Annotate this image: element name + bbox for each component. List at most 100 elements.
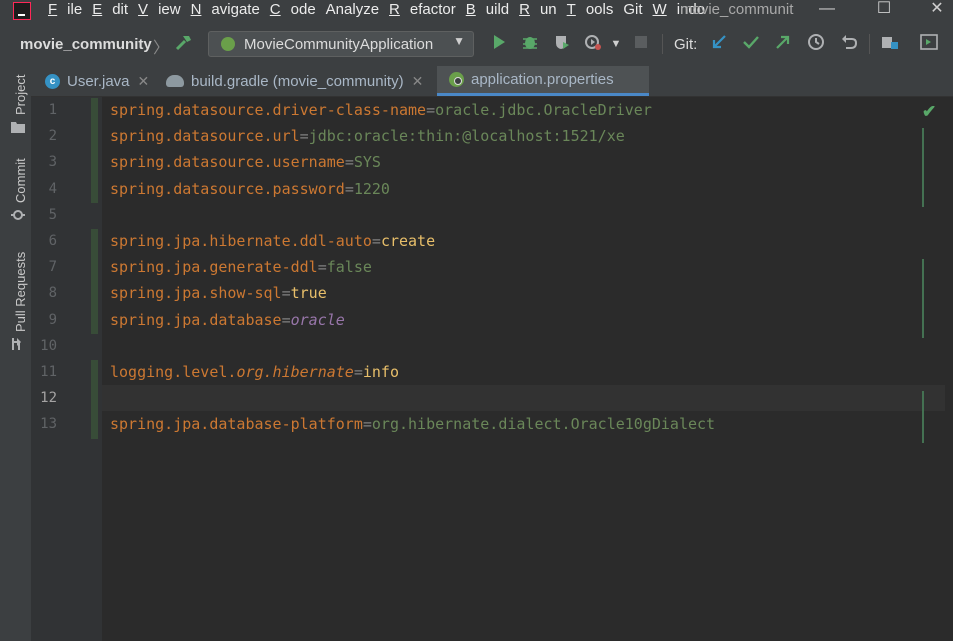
- menu-mnemonic: C: [269, 1, 281, 18]
- property-key: spring.jpa.database: [110, 310, 282, 329]
- project-breadcrumb[interactable]: movie_community: [20, 36, 152, 53]
- code-line[interactable]: spring.datasource.driver-class-name=orac…: [110, 101, 652, 119]
- property-value: info: [362, 363, 399, 381]
- maximize-button[interactable]: ☐: [864, 0, 904, 22]
- debug-icon[interactable]: [519, 33, 541, 55]
- property-value: false: [326, 258, 372, 277]
- code-line[interactable]: spring.datasource.username=SYS: [110, 153, 381, 171]
- project-tool-window-button[interactable]: Project: [13, 75, 28, 115]
- code-line[interactable]: spring.jpa.database-platform=org.hiberna…: [110, 415, 715, 433]
- commit-tool-window-button[interactable]: Commit: [13, 158, 28, 203]
- menu-item-label: ools: [585, 1, 614, 18]
- pull-requests-tool-window-button[interactable]: Pull Requests: [13, 252, 28, 332]
- git-update-icon[interactable]: [708, 33, 730, 55]
- menu-item-label: efactor: [409, 1, 456, 18]
- run-with-coverage-icon[interactable]: [551, 33, 573, 55]
- minimize-button[interactable]: —: [807, 0, 847, 22]
- property-value: jdbc:oracle:thin:@localhost:1521/xe: [308, 127, 625, 146]
- menu-item-view[interactable]: View: [138, 0, 181, 22]
- code-line[interactable]: logging.level.org.hibernate=info: [110, 363, 399, 381]
- vcs-added-lines-marker[interactable]: [91, 229, 98, 334]
- editor-vertical-scrollbar[interactable]: [945, 97, 953, 641]
- git-push-icon[interactable]: [772, 33, 794, 55]
- code-line[interactable]: spring.datasource.url=jdbc:oracle:thin:@…: [110, 127, 625, 145]
- menu-item-file[interactable]: File: [48, 0, 82, 22]
- property-key: org.hibernate: [236, 363, 354, 381]
- line-number: 5: [48, 206, 57, 223]
- spring-properties-icon: [449, 72, 464, 87]
- code-line[interactable]: spring.jpa.database=oracle: [110, 311, 345, 329]
- menu-item-analyze[interactable]: Analyze: [326, 0, 379, 22]
- close-tab-icon[interactable]: ✕: [412, 73, 424, 90]
- menu-item-edit[interactable]: Edit: [92, 0, 128, 22]
- code-line[interactable]: spring.jpa.hibernate.ddl-auto=create: [110, 232, 435, 250]
- tab-build-gradle[interactable]: build.gradle (movie_community) ✕: [166, 66, 423, 96]
- property-key: spring.datasource.password: [110, 179, 345, 198]
- property-key: spring.jpa.generate-ddl: [110, 258, 318, 277]
- vcs-added-lines-marker[interactable]: [91, 360, 98, 439]
- code-editor[interactable]: ✔ spring.datasource.driver-class-name=or…: [102, 97, 953, 641]
- menu-mnemonic: T: [566, 1, 576, 18]
- stop-icon[interactable]: [630, 33, 652, 55]
- gradle-elephant-icon: [166, 75, 184, 87]
- line-number: 10: [40, 337, 57, 354]
- intellij-logo-icon[interactable]: [13, 2, 31, 20]
- ok-check-icon[interactable]: ✔: [922, 102, 936, 122]
- vcs-added-lines-marker[interactable]: [91, 98, 98, 203]
- breadcrumb-separator-icon: 〉: [153, 40, 170, 57]
- main-toolbar: movie_community 〉 MovieCommunityApplicat…: [0, 22, 953, 67]
- build-hammer-icon[interactable]: [173, 33, 195, 55]
- property-key: spring.datasource.driver-class-name: [110, 101, 427, 119]
- change-marker-stripe[interactable]: [922, 259, 924, 338]
- menu-item-navigate[interactable]: Navigate: [191, 0, 260, 22]
- menu-item-code[interactable]: Code: [270, 0, 316, 22]
- git-rollback-icon[interactable]: [838, 33, 860, 55]
- menu-item-label: ode: [290, 1, 316, 18]
- menu-item-label: un: [539, 1, 557, 18]
- git-history-icon[interactable]: [805, 33, 827, 55]
- project-structure-icon[interactable]: [879, 33, 901, 55]
- menu-item-build[interactable]: Build: [466, 0, 509, 22]
- code-line[interactable]: spring.jpa.generate-ddl=false: [110, 258, 372, 276]
- menu-item-refactor[interactable]: Refactor: [389, 0, 456, 22]
- pull-request-icon: [12, 338, 21, 350]
- tab-user-java[interactable]: c User.java ✕: [45, 66, 149, 96]
- property-key: spring.datasource.username: [110, 153, 345, 172]
- code-line[interactable]: spring.datasource.password=1220: [110, 180, 390, 198]
- change-marker-stripe[interactable]: [922, 128, 924, 207]
- assignment-operator: =: [317, 258, 327, 277]
- search-everywhere-icon[interactable]: [945, 33, 953, 55]
- change-marker-stripe[interactable]: [922, 391, 924, 443]
- git-label: Git:: [674, 36, 698, 53]
- menu-item-git[interactable]: Git: [623, 0, 642, 22]
- menu-item-tools[interactable]: Tools: [567, 0, 614, 22]
- line-number: 1: [48, 102, 57, 118]
- line-number: 4: [48, 180, 57, 197]
- more-run-options-icon[interactable]: ▼: [605, 33, 627, 55]
- left-tool-window-strip: Project Commit Pull Requests: [0, 66, 32, 641]
- menu-item-label: dit: [112, 1, 129, 18]
- folder-icon: [11, 122, 25, 133]
- git-commit-icon[interactable]: [740, 33, 762, 55]
- property-value: oracle.jdbc.OracleDriver: [435, 101, 652, 119]
- menu-item-label: uild: [485, 1, 510, 18]
- line-number: 6: [48, 233, 57, 249]
- tab-label: User.java: [67, 72, 130, 90]
- menu-mnemonic: W: [652, 1, 667, 18]
- tab-application-properties[interactable]: application.properties: [437, 66, 649, 96]
- assignment-operator: =: [281, 310, 291, 329]
- close-tab-icon[interactable]: ✕: [138, 73, 150, 90]
- assignment-operator: =: [344, 179, 354, 198]
- code-line[interactable]: spring.jpa.show-sql=true: [110, 284, 327, 302]
- menu-item-label: avigate: [211, 1, 260, 18]
- property-value: oracle: [290, 310, 345, 329]
- run-configuration-select[interactable]: MovieCommunityApplication ▼: [208, 31, 474, 57]
- close-window-button[interactable]: ✕: [921, 0, 953, 22]
- profiler-icon[interactable]: [582, 33, 604, 55]
- property-value: SYS: [353, 153, 381, 172]
- run-anything-icon[interactable]: [918, 33, 940, 55]
- run-icon[interactable]: [488, 33, 510, 55]
- menu-mnemonic: B: [465, 1, 476, 18]
- spring-boot-icon: [221, 37, 235, 51]
- menu-item-run[interactable]: Run: [519, 0, 557, 22]
